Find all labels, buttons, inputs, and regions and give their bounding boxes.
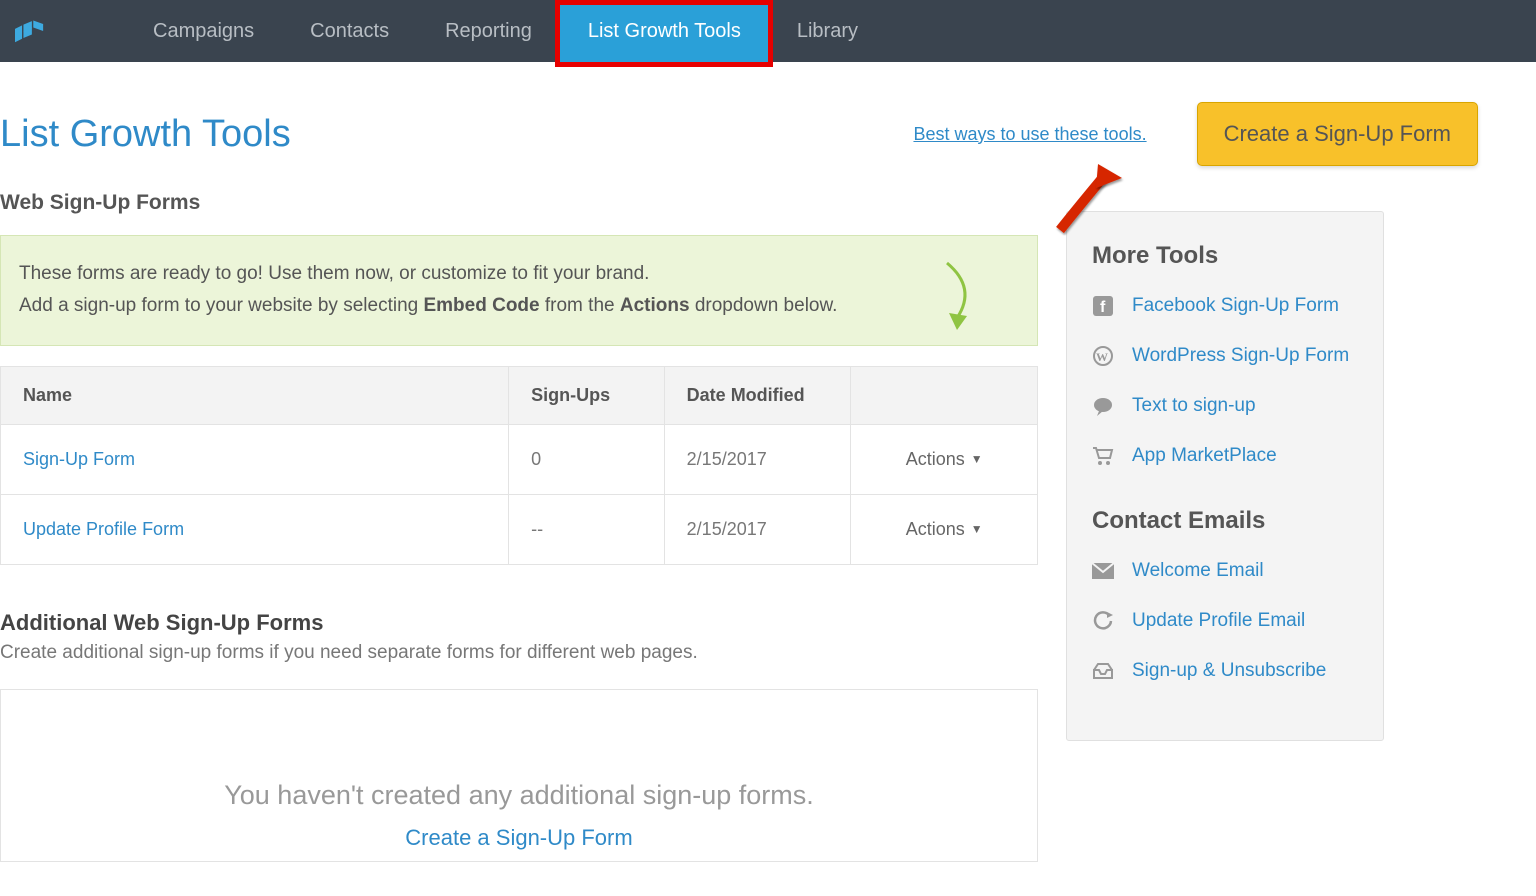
th-actions (851, 366, 1038, 424)
create-signup-form-button[interactable]: Create a Sign-Up Form (1197, 102, 1478, 166)
empty-create-link[interactable]: Create a Sign-Up Form (21, 825, 1017, 851)
facebook-icon: f (1092, 295, 1114, 317)
hint-arrow-icon (927, 258, 987, 338)
additional-forms-heading: Additional Web Sign-Up Forms (0, 610, 1038, 636)
date-cell: 2/15/2017 (664, 494, 851, 564)
update-profile-email-link[interactable]: Update Profile Email (1132, 610, 1305, 632)
refresh-icon (1092, 610, 1114, 632)
svg-text:f: f (1100, 299, 1106, 316)
wordpress-icon: W (1092, 345, 1114, 367)
additional-forms-sub: Create additional sign-up forms if you n… (0, 642, 1038, 664)
table-row: Update Profile Form -- 2/15/2017 Actions… (1, 494, 1038, 564)
sidebar: More Tools f Facebook Sign-Up Form W Wor… (1066, 211, 1384, 741)
svg-text:W: W (1096, 350, 1108, 364)
cart-icon (1092, 445, 1114, 467)
actions-dropdown[interactable]: Actions▼ (873, 519, 1015, 540)
nav-campaigns[interactable]: Campaigns (125, 0, 282, 62)
wordpress-signup-link[interactable]: WordPress Sign-Up Form (1132, 345, 1349, 367)
form-name-link[interactable]: Update Profile Form (23, 519, 184, 539)
empty-text: You haven't created any additional sign-… (21, 780, 1017, 811)
signup-unsubscribe-link[interactable]: Sign-up & Unsubscribe (1132, 660, 1326, 682)
info-banner: These forms are ready to go! Use them no… (0, 235, 1038, 346)
date-cell: 2/15/2017 (664, 424, 851, 494)
app-marketplace-link[interactable]: App MarketPlace (1132, 445, 1277, 467)
signups-cell: -- (509, 494, 665, 564)
welcome-email-link[interactable]: Welcome Email (1132, 560, 1264, 582)
top-nav: Campaigns Contacts Reporting List Growth… (0, 0, 1536, 62)
chevron-down-icon: ▼ (971, 452, 983, 466)
logo[interactable] (15, 16, 65, 46)
contact-emails-heading: Contact Emails (1092, 507, 1358, 535)
signups-cell: 0 (509, 424, 665, 494)
th-date: Date Modified (664, 366, 851, 424)
info-line1: These forms are ready to go! Use them no… (19, 258, 1019, 290)
nav-list-growth-tools[interactable]: List Growth Tools (560, 0, 769, 62)
th-name: Name (1, 366, 509, 424)
form-name-link[interactable]: Sign-Up Form (23, 449, 135, 469)
inbox-icon (1092, 660, 1114, 682)
mail-icon (1092, 560, 1114, 582)
facebook-signup-link[interactable]: Facebook Sign-Up Form (1132, 295, 1339, 317)
page-header: List Growth Tools Best ways to use these… (0, 62, 1536, 191)
chevron-down-icon: ▼ (971, 522, 983, 536)
help-link[interactable]: Best ways to use these tools. (913, 124, 1146, 145)
web-forms-heading: Web Sign-Up Forms (0, 191, 1038, 215)
nav-reporting[interactable]: Reporting (417, 0, 560, 62)
th-signups: Sign-Ups (509, 366, 665, 424)
nav-library[interactable]: Library (769, 0, 886, 62)
actions-dropdown[interactable]: Actions▼ (873, 449, 1015, 470)
text-signup-link[interactable]: Text to sign-up (1132, 395, 1256, 417)
more-tools-heading: More Tools (1092, 242, 1358, 270)
text-icon (1092, 395, 1114, 417)
page-title: List Growth Tools (0, 113, 913, 156)
nav-contacts[interactable]: Contacts (282, 0, 417, 62)
forms-table: Name Sign-Ups Date Modified Sign-Up Form… (0, 366, 1038, 565)
empty-state: You haven't created any additional sign-… (0, 689, 1038, 862)
info-line2: Add a sign-up form to your website by se… (19, 290, 1019, 322)
table-row: Sign-Up Form 0 2/15/2017 Actions▼ (1, 424, 1038, 494)
